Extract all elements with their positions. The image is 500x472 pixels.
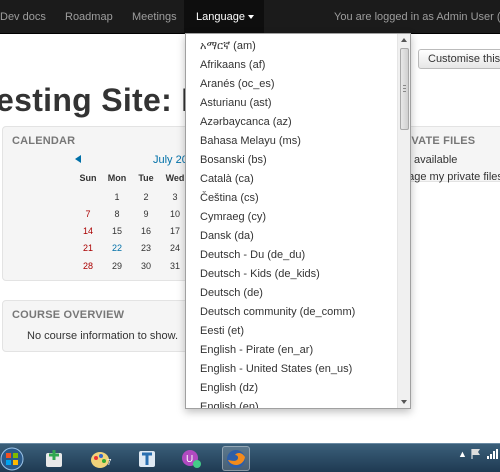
calendar-day[interactable]: 3 — [164, 192, 186, 202]
language-option[interactable]: Deutsch - Kids (de_kids) — [200, 265, 320, 284]
scroll-down-arrow-icon[interactable] — [401, 400, 407, 404]
triangle-left-icon[interactable] — [75, 155, 81, 163]
calendar-day[interactable]: 21 — [77, 243, 99, 253]
windows-taskbar: 7 U ▲ — [0, 443, 500, 472]
nav-language-toggle[interactable]: Language — [184, 0, 264, 34]
language-option[interactable]: English - Pirate (en_ar) — [200, 341, 313, 360]
calendar-day[interactable]: 1 — [106, 192, 128, 202]
calendar-title: CALENDAR — [12, 135, 76, 147]
calendar-day[interactable]: 8 — [106, 209, 128, 219]
calendar-day[interactable]: 16 — [135, 226, 157, 236]
calendar-day-today[interactable]: 22 — [106, 243, 128, 253]
nav-roadmap[interactable]: Roadmap — [65, 0, 113, 34]
arrow-up-icon[interactable]: ▲ — [458, 449, 467, 459]
course-overview-title: COURSE OVERVIEW — [12, 309, 125, 321]
course-overview-message: No course information to show. — [27, 330, 179, 342]
calendar-month-link[interactable]: July 20 — [153, 154, 188, 166]
weekday-header: Mon — [107, 173, 127, 183]
calendar-day[interactable]: 31 — [164, 261, 186, 271]
calendar-day[interactable]: 24 — [164, 243, 186, 253]
language-option[interactable]: Deutsch community (de_comm) — [200, 303, 355, 322]
language-option[interactable]: Bosanski (bs) — [200, 151, 267, 170]
svg-text:U: U — [186, 454, 193, 465]
login-info: You are logged in as Admin User (Lo — [334, 11, 500, 23]
language-option[interactable]: Afrikaans (af) — [200, 56, 265, 75]
calendar-day[interactable]: 2 — [135, 192, 157, 202]
language-option[interactable]: አማርኛ (am) — [200, 37, 256, 56]
calendar-day[interactable]: 15 — [106, 226, 128, 236]
language-option[interactable]: Azərbaycanca (az) — [200, 113, 292, 132]
grip-line — [403, 85, 406, 86]
grip-line — [403, 91, 406, 92]
language-option[interactable]: Eesti (et) — [200, 322, 244, 341]
paint-icon[interactable]: 7 — [86, 446, 114, 471]
manage-private-files-link[interactable]: nage my private files — [402, 171, 500, 183]
language-option[interactable]: Aranés (oc_es) — [200, 75, 275, 94]
tool-icon[interactable] — [133, 446, 161, 471]
weekday-header: Wed — [165, 173, 185, 183]
language-option[interactable]: Cymraeg (cy) — [200, 208, 266, 227]
calendar-day[interactable]: 23 — [135, 243, 157, 253]
weekday-header: Tue — [138, 173, 154, 183]
network-icon[interactable] — [486, 448, 498, 462]
language-option[interactable]: Deutsch - Du (de_du) — [200, 246, 305, 265]
calendar-day[interactable]: 29 — [106, 261, 128, 271]
calendar-day[interactable]: 7 — [77, 209, 99, 219]
firefox-icon[interactable] — [222, 446, 250, 471]
windows-start-icon[interactable] — [0, 446, 26, 471]
grip-line — [403, 88, 406, 89]
scrollbar-thumb[interactable] — [400, 48, 409, 130]
language-option[interactable]: Dansk (da) — [200, 227, 254, 246]
language-option[interactable]: Asturianu (ast) — [200, 94, 272, 113]
language-option[interactable]: Bahasa Melayu (ms) — [200, 132, 301, 151]
caret-down-icon — [247, 15, 254, 20]
chat-icon[interactable]: U — [177, 446, 205, 471]
calendar-day[interactable]: 9 — [135, 209, 157, 219]
calendar-day[interactable]: 30 — [135, 261, 157, 271]
language-option[interactable]: Deutsch (de) — [200, 284, 263, 303]
language-option[interactable]: Čeština (cs) — [200, 189, 259, 208]
plus-app-icon[interactable] — [40, 446, 68, 471]
course-overview-block — [2, 300, 202, 352]
calendar-day[interactable]: 10 — [164, 209, 186, 219]
nav-meetings[interactable]: Meetings — [132, 0, 177, 34]
language-dropdown: አማርኛ (am) Afrikaans (af) Aranés (oc_es) … — [185, 33, 411, 409]
calendar-day[interactable]: 14 — [77, 226, 99, 236]
customise-page-button[interactable]: Customise this p — [418, 49, 500, 69]
scroll-up-arrow-icon[interactable] — [401, 38, 407, 42]
nav-language-label: Language — [196, 11, 245, 23]
calendar-day[interactable]: 28 — [77, 261, 99, 271]
private-files-title: RIVATE FILES — [400, 135, 476, 147]
top-navbar: Dev docs Roadmap Meetings Language You a… — [0, 0, 500, 34]
dropdown-scrollbar[interactable] — [397, 34, 410, 408]
weekday-header: Sun — [79, 173, 97, 183]
calendar-day[interactable]: 17 — [164, 226, 186, 236]
language-option[interactable]: English (en) — [200, 398, 259, 408]
language-option[interactable]: English - United States (en_us) — [200, 360, 352, 379]
taskbar-badge: 7 — [107, 458, 112, 467]
language-option[interactable]: Català (ca) — [200, 170, 254, 189]
language-option[interactable]: English (dz) — [200, 379, 258, 398]
flag-icon[interactable] — [471, 448, 481, 462]
calendar-block — [2, 126, 202, 281]
private-files-status: available — [414, 154, 458, 166]
nav-dev-docs[interactable]: Dev docs — [0, 0, 55, 34]
